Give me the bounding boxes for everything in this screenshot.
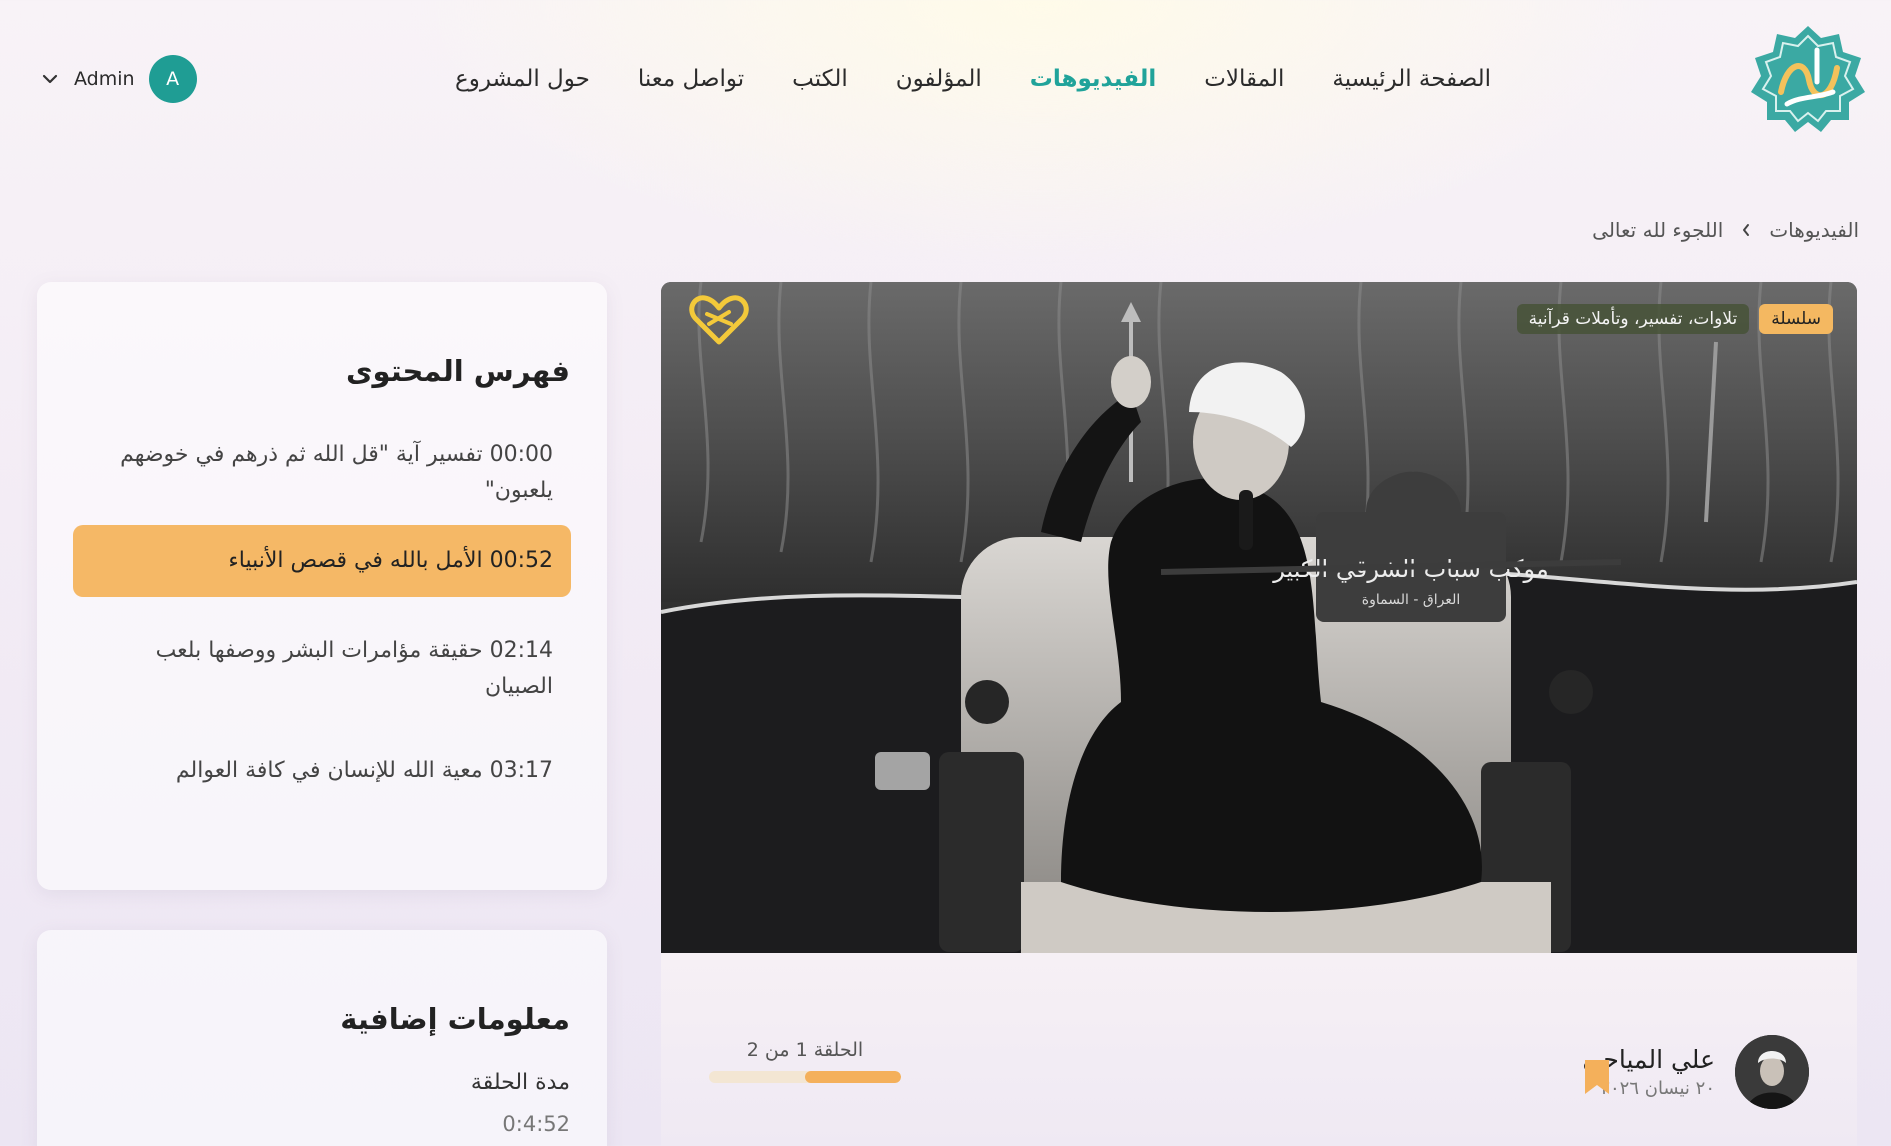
toc-item-active[interactable]: 00:52 الأمل بالله في قصص الأنبياء bbox=[73, 525, 571, 597]
duration-value: 0:4:52 bbox=[502, 1112, 570, 1136]
series-badge[interactable]: سلسلة bbox=[1759, 304, 1833, 334]
topic-badge[interactable]: تلاوات، تفسير، وتأملات قرآنية bbox=[1516, 304, 1750, 334]
video-badges: سلسلة تلاوات، تفسير، وتأملات قرآنية bbox=[1516, 304, 1833, 334]
toc-item[interactable]: 03:17 معية الله للإنسان في كافة العوالم bbox=[73, 753, 571, 793]
svg-text:العراق - السماوة: العراق - السماوة bbox=[1362, 592, 1460, 608]
user-name: Admin bbox=[74, 68, 135, 90]
breadcrumb: الفيديوهات اللجوء لله تعالى bbox=[1592, 218, 1859, 242]
extra-info-title: معلومات إضافية bbox=[340, 1002, 570, 1036]
nav-home[interactable]: الصفحة الرئيسية bbox=[1332, 60, 1491, 98]
video-frame-thumbnail: موكب شباب الشرقي الكبير العراق - السماوة bbox=[661, 282, 1857, 953]
nav-about[interactable]: حول المشروع bbox=[455, 60, 590, 98]
bookmark-icon[interactable] bbox=[1582, 1057, 1612, 1097]
episode-progress-fill bbox=[805, 1071, 901, 1083]
main-nav: الصفحة الرئيسية المقالات الفيديوهات المؤ… bbox=[455, 60, 1491, 98]
site-logo[interactable] bbox=[1747, 22, 1869, 134]
user-menu[interactable]: Admin A bbox=[40, 54, 197, 104]
top-header: الصفحة الرئيسية المقالات الفيديوهات المؤ… bbox=[0, 0, 1891, 160]
channel-heart-logo-icon bbox=[689, 294, 749, 346]
toc-item[interactable]: 02:14 حقيقة مؤامرات البشر ووصفها بلعب ال… bbox=[73, 633, 571, 753]
breadcrumb-root[interactable]: الفيديوهات bbox=[1769, 218, 1859, 242]
chevron-down-icon[interactable] bbox=[40, 69, 60, 89]
video-info-bar: علي المياحي ٢٠ نيسان ٢٠٢٦ الحلقة 1 من 2 bbox=[661, 953, 1857, 1146]
toc-card: فهرس المحتوى 00:00 تفسير آية "قل الله ثم… bbox=[37, 282, 607, 890]
nav-contact[interactable]: تواصل معنا bbox=[638, 60, 744, 98]
user-avatar[interactable]: A bbox=[148, 55, 197, 103]
extra-info-card: معلومات إضافية مدة الحلقة 0:4:52 bbox=[37, 930, 607, 1146]
toc-item[interactable]: 00:00 تفسير آية "قل الله ثم ذرهم في خوضه… bbox=[73, 437, 571, 525]
toc-title: فهرس المحتوى bbox=[345, 354, 570, 388]
author-block[interactable]: علي المياحي ٢٠ نيسان ٢٠٢٦ bbox=[1583, 1035, 1809, 1109]
toc-list: 00:00 تفسير آية "قل الله ثم ذرهم في خوضه… bbox=[73, 437, 571, 793]
nav-articles[interactable]: المقالات bbox=[1204, 60, 1284, 98]
duration-label: مدة الحلقة bbox=[470, 1070, 570, 1095]
breadcrumb-current: اللجوء لله تعالى bbox=[1592, 218, 1724, 242]
chevron-left-icon bbox=[1741, 218, 1751, 242]
nav-books[interactable]: الكتب bbox=[792, 60, 848, 98]
episode-progress-bar bbox=[709, 1071, 901, 1083]
episode-label: الحلقة 1 من 2 bbox=[746, 1039, 864, 1061]
video-player[interactable]: موكب شباب الشرقي الكبير العراق - السماوة… bbox=[661, 282, 1857, 953]
nav-authors[interactable]: المؤلفون bbox=[896, 60, 982, 98]
author-avatar[interactable] bbox=[1735, 1035, 1809, 1109]
episode-indicator: الحلقة 1 من 2 bbox=[709, 1039, 901, 1083]
nav-videos[interactable]: الفيديوهات bbox=[1030, 60, 1157, 98]
